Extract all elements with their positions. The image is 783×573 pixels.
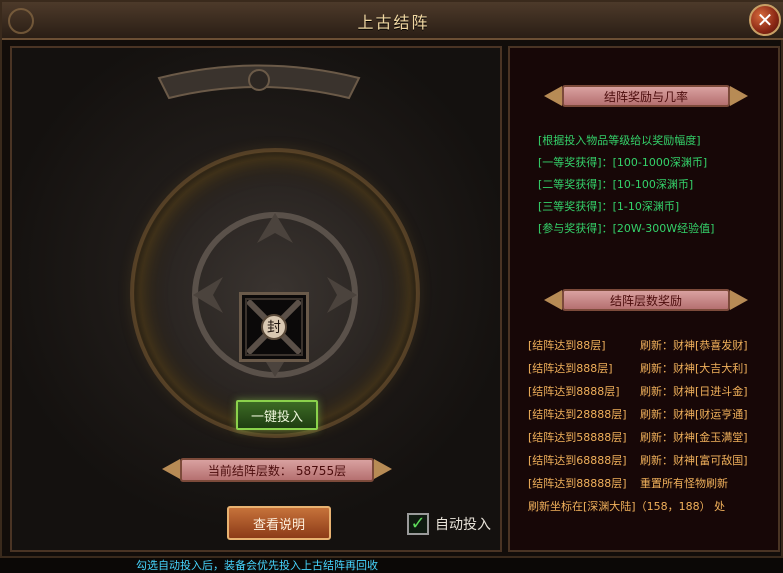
auto-invest-toggle[interactable]: ✓ 自动投入 bbox=[407, 513, 491, 535]
layer-reward: 刷新：财神[大吉大利] bbox=[640, 362, 748, 375]
layer-reward: 刷新：财神[恭喜发财] bbox=[640, 339, 748, 352]
reward-odds-banner: 结阵奖励与几率 bbox=[544, 82, 748, 110]
banner-left-ornament-icon bbox=[544, 86, 562, 106]
layer-reward: 刷新：财神[日进斗金] bbox=[640, 385, 748, 398]
reward-line: [根据投入物品等级给以奖励幅度] bbox=[538, 134, 701, 147]
current-layers-banner: 当前结阵层数： 58755层 bbox=[162, 456, 392, 484]
layer-requirement: [结阵达到8888层] bbox=[528, 385, 620, 398]
view-instructions-button[interactable]: 查看说明 bbox=[227, 506, 331, 540]
layer-requirement: [结阵达到888层] bbox=[528, 362, 613, 375]
layer-requirement: [结阵达到68888层] bbox=[528, 454, 627, 467]
close-icon: ✕ bbox=[756, 8, 774, 32]
layer-requirement: [结阵达到58888层] bbox=[528, 431, 627, 444]
layer-reward-row: [结阵达到888层] 刷新：财神[大吉大利] bbox=[528, 357, 778, 380]
reward-line: [二等奖获得]：[10-100深渊币] bbox=[538, 178, 694, 191]
title-bar: 上古结阵 ✕ bbox=[2, 2, 783, 40]
current-layers-label: 当前结阵层数： bbox=[207, 463, 292, 478]
layer-requirement: [结阵达到28888层] bbox=[528, 408, 627, 421]
current-layers-text: 当前结阵层数： 58755层 bbox=[180, 458, 374, 482]
layer-reward-row: [结阵达到58888层] 刷新：财神[金玉满堂] bbox=[528, 426, 778, 449]
reward-odds-title: 结阵奖励与几率 bbox=[562, 85, 730, 107]
banner-right-ornament-icon bbox=[730, 86, 748, 106]
rewards-panel: 结阵奖励与几率 [根据投入物品等级给以奖励幅度] [一等奖获得]：[100-10… bbox=[508, 46, 780, 552]
layer-reward-row: [结阵达到88888层] 重置所有怪物刷新 bbox=[528, 472, 778, 495]
banner-left-ornament-icon bbox=[162, 459, 180, 479]
layer-reward-row: [结阵达到88层] 刷新：财神[恭喜发财] bbox=[528, 334, 778, 357]
banner-right-ornament-icon bbox=[374, 459, 392, 479]
close-button[interactable]: ✕ bbox=[749, 4, 781, 36]
reward-line: [三等奖获得]：[1-10深渊币] bbox=[538, 200, 680, 213]
banner-left-ornament-icon bbox=[544, 290, 562, 310]
banner-right-ornament-icon bbox=[730, 290, 748, 310]
ancient-formation-window: 上古结阵 ✕ 封 一键投入 当前结阵层数： 58755层 查看说明 ✓ 自动投入… bbox=[0, 0, 783, 572]
one-click-invest-button[interactable]: 一键投入 bbox=[236, 400, 318, 430]
layer-requirement: [结阵达到88层] bbox=[528, 339, 606, 352]
formation-panel: 封 一键投入 当前结阵层数： 58755层 查看说明 ✓ 自动投入 勾选自动投入… bbox=[10, 46, 502, 572]
auto-invest-checkbox[interactable]: ✓ bbox=[407, 513, 429, 535]
current-layers-value: 58755层 bbox=[295, 463, 347, 478]
layer-requirement: [结阵达到88888层] bbox=[528, 477, 627, 490]
auto-invest-label: 自动投入 bbox=[435, 517, 491, 533]
layer-rewards-banner: 结阵层数奖励 bbox=[544, 286, 748, 314]
seal-glyph: 封 bbox=[261, 314, 287, 340]
layer-reward: 重置所有怪物刷新 bbox=[640, 477, 728, 490]
reward-line: [一等奖获得]：[100-1000深渊币] bbox=[538, 156, 708, 169]
layer-rewards-list: [结阵达到88层] 刷新：财神[恭喜发财] [结阵达到888层] 刷新：财神[大吉大… bbox=[528, 334, 778, 518]
layer-reward: 刷新：财神[金玉满堂] bbox=[640, 431, 748, 444]
seal-slot[interactable]: 封 bbox=[239, 292, 309, 362]
layer-reward: 刷新：财神[财运亨通] bbox=[640, 408, 748, 421]
layer-reward-row: [结阵达到28888层] 刷新：财神[财运亨通] bbox=[528, 403, 778, 426]
reward-odds-list: [根据投入物品等级给以奖励幅度] [一等奖获得]：[100-1000深渊币] [… bbox=[538, 130, 778, 240]
auto-invest-hint: 勾选自动投入后，装备会优先投入上古结阵再回收 bbox=[136, 559, 378, 572]
reward-line: [参与奖获得]：[20W-300W经验值] bbox=[538, 222, 715, 235]
layer-reward: 刷新：财神[富可敌国] bbox=[640, 454, 748, 467]
refresh-coordinates: 刷新坐标在[深渊大陆]（158，188） 处 bbox=[528, 500, 726, 513]
top-ornament-icon bbox=[157, 64, 361, 100]
layer-reward-row: [结阵达到8888层] 刷新：财神[日进斗金] bbox=[528, 380, 778, 403]
checkmark-icon: ✓ bbox=[410, 513, 426, 534]
layer-rewards-title: 结阵层数奖励 bbox=[562, 289, 730, 311]
layer-reward-row: [结阵达到68888层] 刷新：财神[富可敌国] bbox=[528, 449, 778, 472]
window-title: 上古结阵 bbox=[357, 13, 430, 32]
